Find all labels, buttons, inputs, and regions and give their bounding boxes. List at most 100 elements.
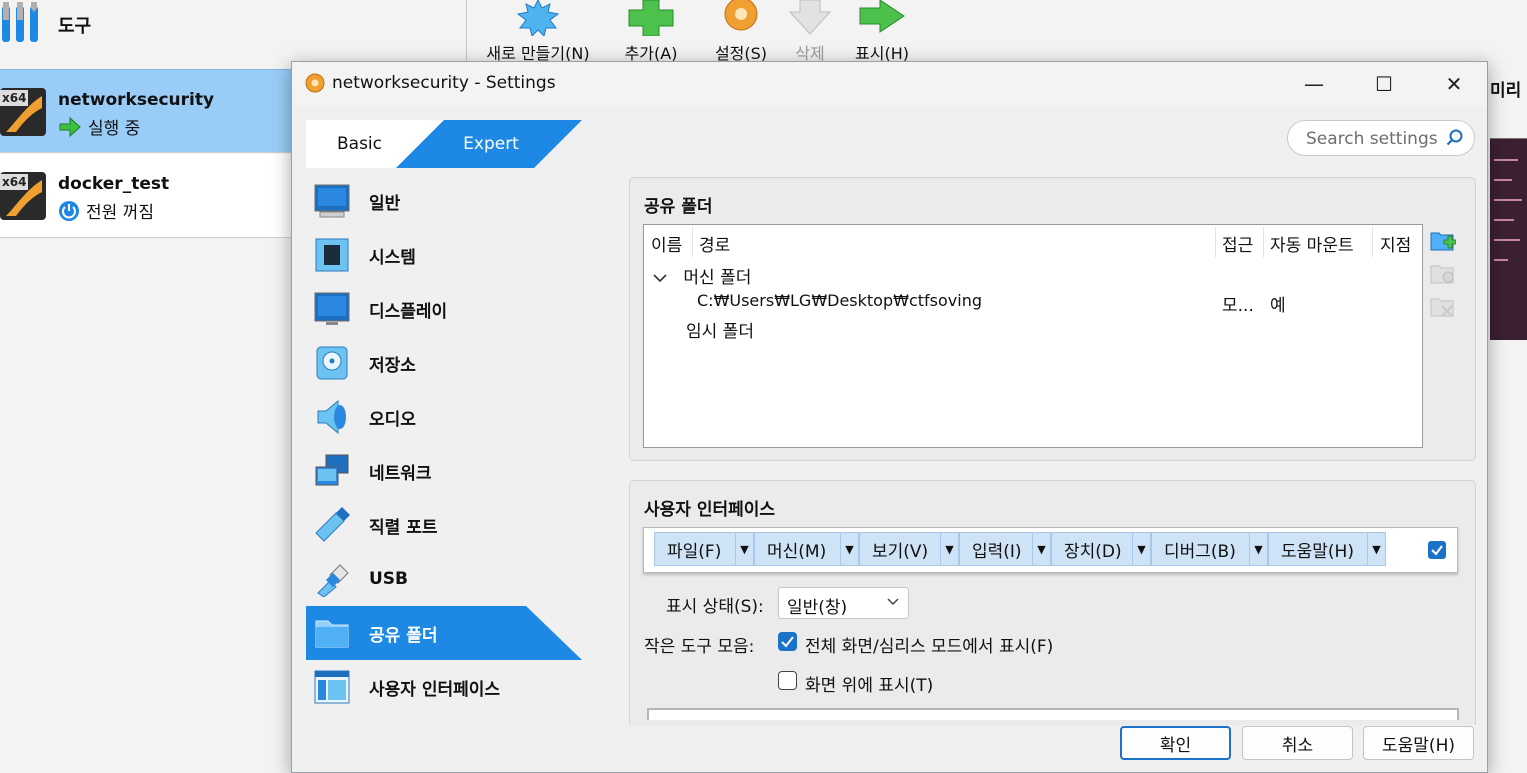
maximize-button[interactable]: ☐	[1349, 62, 1419, 106]
menubar-editor[interactable]: 파일(F) ▼ 머신(M) ▼ 보기(V) ▼ 입력(I) ▼ 장치(D) ▼ 디버그(B…	[643, 527, 1458, 573]
help-label: 도움말(H)	[1382, 735, 1455, 756]
add-vm-button[interactable]: 추가(A)	[615, 0, 687, 63]
visual-state-select[interactable]: 일반(창)	[778, 587, 909, 619]
mini-toolbar-top-label[interactable]: 화면 위에 표시(T)	[805, 671, 933, 696]
nav-item-storage[interactable]: 저장소	[306, 336, 582, 390]
gear-icon	[724, 0, 758, 31]
folder-automount: 예	[1270, 296, 1286, 316]
remove-shared-folder-icon[interactable]	[1430, 294, 1456, 320]
menubar-item-devices[interactable]: 장치(D) ▼	[1051, 532, 1151, 566]
search-icon	[1446, 129, 1463, 146]
add-shared-folder-icon[interactable]	[1430, 228, 1456, 254]
vm-state: 전원 꺼짐	[58, 198, 154, 223]
nav-item-display[interactable]: 디스플레이	[306, 282, 582, 336]
vm-state-label: 실행 중	[88, 119, 141, 139]
delete-arrow-icon	[788, 0, 832, 35]
caret-down-icon[interactable]: ▼	[735, 533, 753, 565]
nav-item-serial-ports[interactable]: 직렬 포트	[306, 498, 582, 552]
dialog-title: networksecurity - Settings	[332, 73, 556, 93]
menubar-item-file[interactable]: 파일(F) ▼	[654, 532, 754, 566]
menubar-enable-checkbox[interactable]	[1428, 541, 1446, 559]
tree-group-machine[interactable]: 머신 폴더	[652, 263, 751, 288]
nav-item-user-interface[interactable]: 사용자 인터페이스	[306, 660, 582, 714]
nav-label: USB	[369, 569, 409, 589]
close-button[interactable]: ✕	[1419, 62, 1489, 106]
vm-preview-image	[1490, 138, 1527, 340]
caret-down-icon[interactable]: ▼	[1249, 533, 1267, 565]
column-header[interactable]: 자동 마운트	[1270, 231, 1354, 256]
menubar-item-input[interactable]: 입력(I) ▼	[959, 532, 1051, 566]
tools-row[interactable]: 도구	[0, 0, 466, 68]
network-icon	[315, 454, 349, 486]
search-input[interactable]: Search settings	[1287, 120, 1475, 156]
chip-icon	[315, 238, 349, 272]
nav-item-usb[interactable]: USB	[306, 552, 582, 606]
nav-label: 디스플레이	[369, 301, 448, 322]
ok-label: 확인	[1159, 735, 1192, 756]
edit-shared-folder-icon[interactable]	[1430, 261, 1456, 287]
dialog-titlebar[interactable]: networksecurity - Settings — ☐ ✕	[292, 62, 1487, 106]
nav-label: 직렬 포트	[369, 517, 438, 538]
nav-item-shared-folders[interactable]: 공유 폴더	[306, 606, 582, 660]
cancel-button[interactable]: 취소	[1242, 726, 1353, 760]
group-label: 머신 폴더	[683, 268, 752, 288]
mode-tabs: Basic Expert	[306, 120, 582, 168]
menubar-item-help[interactable]: 도움말(H) ▼	[1268, 532, 1386, 566]
nav-label: 저장소	[369, 355, 416, 376]
column-header[interactable]: 지점	[1380, 231, 1411, 256]
statusbar-editor[interactable]	[647, 708, 1459, 720]
nav-item-general[interactable]: 일반	[306, 174, 582, 228]
mini-toolbar-fullscreen-checkbox[interactable]	[778, 632, 797, 651]
delete-button[interactable]: 삭제	[782, 0, 838, 63]
mini-toolbar-fullscreen-label[interactable]: 전체 화면/심리스 모드에서 표시(F)	[805, 632, 1053, 657]
menu-label: 입력(I)	[972, 541, 1022, 562]
shared-folders-table[interactable]: 이름 경로 접근 자동 마운트 지점 머신 폴더 C:₩Users₩LG₩Des…	[643, 224, 1423, 448]
settings-button[interactable]: 설정(S)	[706, 0, 776, 63]
vm-os-badge: x64	[2, 91, 26, 105]
minimize-button[interactable]: —	[1279, 62, 1349, 106]
nav-item-network[interactable]: 네트워크	[306, 444, 582, 498]
show-arrow-icon	[859, 0, 905, 33]
power-off-icon	[59, 200, 79, 221]
vm-item-docker-test[interactable]: x64 docker_test 전원 꺼짐	[0, 154, 292, 238]
mini-toolbar-top-checkbox[interactable]	[778, 671, 797, 690]
caret-down-icon[interactable]: ▼	[1132, 533, 1150, 565]
nav-item-audio[interactable]: 오디오	[306, 390, 582, 444]
tab-basic-label: Basic	[337, 134, 383, 154]
nav-item-system[interactable]: 시스템	[306, 228, 582, 282]
menubar-item-machine[interactable]: 머신(M) ▼	[754, 532, 859, 566]
user-interface-icon	[314, 670, 350, 704]
menubar-item-view[interactable]: 보기(V) ▼	[859, 532, 959, 566]
gear-icon	[305, 73, 325, 93]
show-button[interactable]: 표시(H)	[846, 0, 918, 63]
shared-folders-panel: 공유 폴더 이름 경로 접근 자동 마운트 지점 머신 폴더 C:₩Users₩…	[629, 177, 1476, 461]
column-header[interactable]: 접근	[1222, 231, 1253, 256]
speaker-icon	[317, 399, 346, 435]
menu-label: 도움말(H)	[1281, 541, 1354, 562]
caret-down-icon[interactable]: ▼	[1367, 533, 1385, 565]
usb-icon	[317, 564, 349, 597]
vm-os-icon: x64	[0, 88, 46, 136]
vm-name: networksecurity	[58, 90, 215, 110]
caret-down-icon[interactable]: ▼	[840, 533, 858, 565]
new-star-icon	[516, 0, 560, 36]
settings-dialog: networksecurity - Settings — ☐ ✕ Basic E…	[291, 61, 1488, 773]
new-vm-button[interactable]: 새로 만들기(N)	[473, 0, 603, 63]
caret-down-icon[interactable]: ▼	[940, 533, 958, 565]
help-button[interactable]: 도움말(H)	[1363, 726, 1474, 760]
caret-down-icon[interactable]: ▼	[1032, 533, 1050, 565]
menubar-item-debug[interactable]: 디버그(B) ▼	[1151, 532, 1268, 566]
table-row[interactable]: C:₩Users₩LG₩Desktop₩ctfsoving 모... 예	[644, 291, 1422, 317]
column-header[interactable]: 경로	[699, 231, 730, 256]
tree-group-transient[interactable]: 임시 폴더	[686, 317, 754, 342]
menu-label: 머신(M)	[767, 541, 827, 562]
menu-label: 보기(V)	[872, 541, 929, 562]
close-icon: ✕	[1445, 72, 1463, 96]
vm-item-networksecurity[interactable]: x64 networksecurity 실행 중	[0, 69, 292, 153]
serial-port-icon	[315, 507, 350, 542]
ok-button[interactable]: 확인	[1120, 726, 1231, 760]
toolbar-separator	[466, 0, 467, 62]
folder-path: C:₩Users₩LG₩Desktop₩ctfsoving	[697, 291, 982, 310]
nav-label: 사용자 인터페이스	[369, 679, 501, 700]
column-header[interactable]: 이름	[651, 231, 682, 256]
